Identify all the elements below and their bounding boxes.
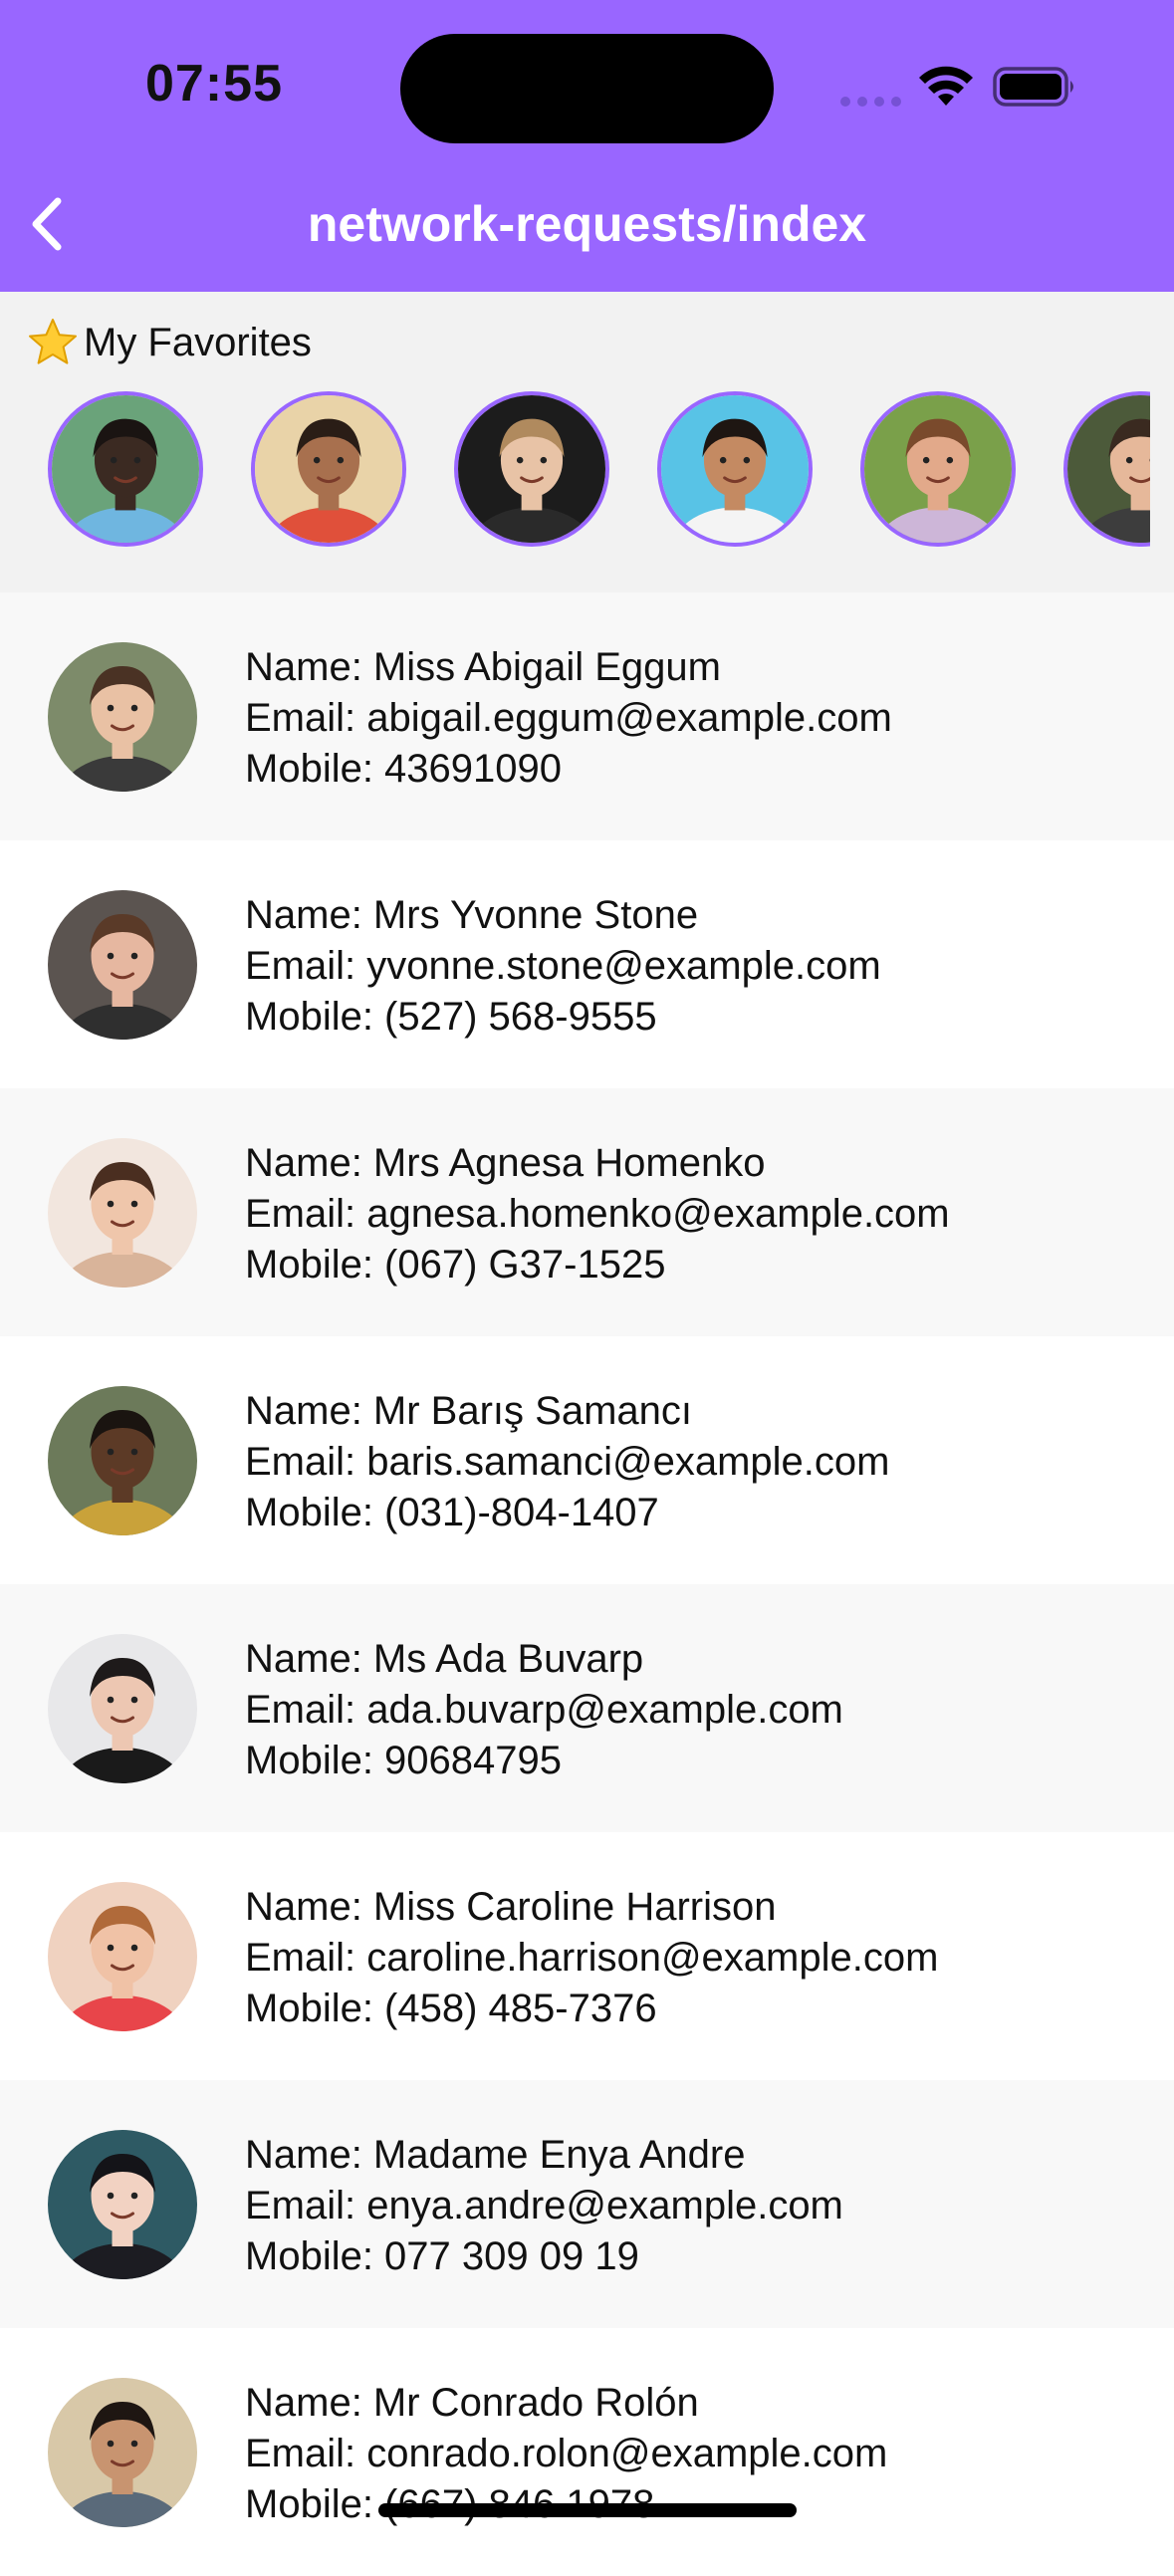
contact-details: Name: Madame Enya AndreEmail: enya.andre… (245, 2130, 843, 2282)
contact-mobile: Mobile: (067) G37-1525 (245, 1240, 950, 1290)
status-time: 07:55 (145, 54, 283, 114)
contact-row[interactable]: Name: Miss Caroline HarrisonEmail: carol… (0, 1832, 1174, 2080)
page-title: network-requests/index (0, 195, 1174, 253)
contact-row[interactable]: Name: Mr Conrado RolónEmail: conrado.rol… (0, 2328, 1174, 2576)
contact-details: Name: Mr Barış SamancıEmail: baris.saman… (245, 1386, 889, 1538)
favorite-avatar[interactable] (454, 391, 609, 547)
contact-details: Name: Mrs Agnesa HomenkoEmail: agnesa.ho… (245, 1138, 950, 1290)
contact-name: Name: Mr Barış Samancı (245, 1386, 889, 1437)
avatar (48, 642, 197, 792)
favorite-avatar[interactable] (860, 391, 1016, 547)
favorites-title: My Favorites (84, 321, 312, 365)
contact-name: Name: Madame Enya Andre (245, 2130, 843, 2181)
contact-details: Name: Miss Caroline HarrisonEmail: carol… (245, 1882, 938, 2034)
contact-row[interactable]: Name: Ms Ada BuvarpEmail: ada.buvarp@exa… (0, 1584, 1174, 1832)
app-header: 07:55 network-requests/index (0, 0, 1174, 292)
contact-details: Name: Ms Ada BuvarpEmail: ada.buvarp@exa… (245, 1634, 843, 1786)
favorite-avatar[interactable] (251, 391, 406, 547)
wifi-icon (918, 66, 974, 110)
contact-mobile: Mobile: (031)-804-1407 (245, 1488, 889, 1538)
contact-row[interactable]: Name: Madame Enya AndreEmail: enya.andre… (0, 2080, 1174, 2328)
avatar (48, 1882, 197, 2031)
avatar (48, 1386, 197, 1535)
avatar (48, 2130, 197, 2279)
contact-row[interactable]: Name: Miss Abigail EggumEmail: abigail.e… (0, 592, 1174, 840)
contact-email: Email: conrado.rolon@example.com (245, 2429, 887, 2479)
dynamic-island (400, 34, 774, 143)
avatar (48, 1138, 197, 1288)
contact-email: Email: enya.andre@example.com (245, 2181, 843, 2231)
contact-mobile: Mobile: 077 309 09 19 (245, 2231, 843, 2282)
contact-email: Email: ada.buvarp@example.com (245, 1685, 843, 1736)
contact-name: Name: Mr Conrado Rolón (245, 2378, 887, 2429)
contact-name: Name: Mrs Yvonne Stone (245, 890, 881, 941)
contact-row[interactable]: Name: Mr Barış SamancıEmail: baris.saman… (0, 1336, 1174, 1584)
contact-details: Name: Miss Abigail EggumEmail: abigail.e… (245, 642, 892, 795)
contact-name: Name: Miss Caroline Harrison (245, 1882, 938, 1933)
favorites-carousel[interactable] (0, 391, 1150, 551)
favorites-section: My Favorites (0, 292, 1174, 592)
avatar (48, 2378, 197, 2527)
contact-email: Email: baris.samanci@example.com (245, 1437, 889, 1488)
avatar (48, 890, 197, 1040)
favorite-avatar[interactable] (657, 391, 813, 547)
contact-list[interactable]: Name: Miss Abigail EggumEmail: abigail.e… (0, 592, 1174, 2576)
contact-email: Email: yvonne.stone@example.com (245, 941, 881, 992)
contact-mobile: Mobile: (527) 568-9555 (245, 992, 881, 1043)
contact-name: Name: Ms Ada Buvarp (245, 1634, 843, 1685)
contact-mobile: Mobile: 43691090 (245, 744, 892, 795)
battery-icon (993, 66, 1078, 108)
contact-row[interactable]: Name: Mrs Agnesa HomenkoEmail: agnesa.ho… (0, 1088, 1174, 1336)
favorite-avatar[interactable] (1063, 391, 1150, 547)
contact-email: Email: abigail.eggum@example.com (245, 693, 892, 744)
cellular-signal-icon (840, 97, 902, 107)
star-icon (26, 316, 80, 369)
contact-mobile: Mobile: 90684795 (245, 1736, 843, 1786)
contact-name: Name: Miss Abigail Eggum (245, 642, 892, 693)
favorites-header: My Favorites (26, 316, 312, 369)
contact-details: Name: Mrs Yvonne StoneEmail: yvonne.ston… (245, 890, 881, 1043)
contact-mobile: Mobile: (458) 485-7376 (245, 1984, 938, 2034)
contact-email: Email: caroline.harrison@example.com (245, 1933, 938, 1984)
avatar (48, 1634, 197, 1783)
favorite-avatar[interactable] (48, 391, 203, 547)
contact-name: Name: Mrs Agnesa Homenko (245, 1138, 950, 1189)
contact-email: Email: agnesa.homenko@example.com (245, 1189, 950, 1240)
contact-row[interactable]: Name: Mrs Yvonne StoneEmail: yvonne.ston… (0, 840, 1174, 1088)
home-indicator (378, 2503, 797, 2517)
